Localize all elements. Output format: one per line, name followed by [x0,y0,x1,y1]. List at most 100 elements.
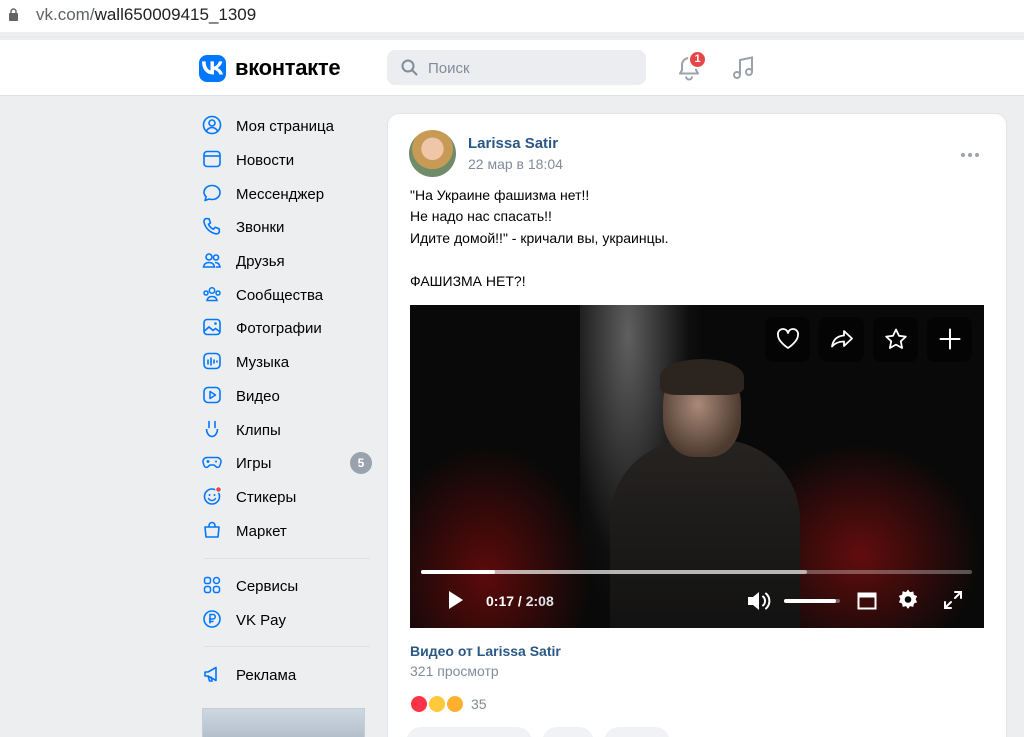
nav-item-ads[interactable]: Реклама [196,659,376,689]
user-circle-icon [202,115,222,135]
nav-item-my-page[interactable]: Моя страница [196,110,376,140]
video-views: 321 просмотр [410,663,499,679]
share-video-button[interactable] [819,317,864,362]
url-path: wall650009415_1309 [94,5,257,24]
post-text-line: ФАШИЗМА НЕТ?! [410,273,526,289]
post-author[interactable]: Larissa Satir [468,135,558,152]
nav-item-services[interactable]: Сервисы [196,570,376,600]
clips-icon [205,420,219,438]
favorite-video-button[interactable] [873,317,918,362]
star-icon [885,328,907,349]
nav-label: Моя страница [236,118,334,135]
music-icon[interactable] [731,55,755,81]
add-video-button[interactable] [927,317,972,362]
video-played [421,570,496,574]
nav-label: Звонки [236,219,285,236]
search-input[interactable]: Поиск [387,50,646,85]
nav-item-clips[interactable]: Клипы [196,414,376,444]
nav-label: Видео [236,388,280,405]
heart-reaction-icon [409,694,429,714]
lock-icon [9,8,18,21]
nav-item-stickers[interactable]: Стикеры [196,481,376,511]
notification-badge: 1 [688,50,707,69]
vk-logo-icon[interactable] [199,55,226,82]
miniplayer-icon[interactable] [857,591,877,611]
nav-item-vkpay[interactable]: VK Pay [196,604,376,634]
photo-icon [203,318,221,336]
gamepad-icon [202,456,222,469]
volume-slider[interactable] [784,599,840,603]
nav-item-friends[interactable]: Друзья [196,245,376,275]
heart-icon [777,328,799,349]
vkpay-icon [203,610,221,628]
volume-icon[interactable] [746,589,772,613]
nav-item-communities[interactable]: Сообщества [196,279,376,309]
sticker-icon [203,486,222,505]
shocked-reaction-icon [445,694,465,714]
video-frame-hair [660,359,744,395]
plus-icon [939,328,961,350]
nav-label: Мессенджер [236,186,325,203]
nav-item-news[interactable]: Новости [196,144,376,174]
search-placeholder: Поиск [428,60,470,77]
nav-item-games[interactable]: Игры 5 [196,447,376,477]
video-progress-bar[interactable] [421,570,972,574]
megaphone-icon [204,666,217,682]
nav-label: Маркет [236,523,287,540]
address-bar-divider [0,36,1024,38]
address-url[interactable]: vk.com/wall650009415_1309 [36,5,256,25]
avatar[interactable] [409,130,456,177]
ad-thumbnail[interactable] [202,708,365,737]
nav-label: Друзья [236,253,285,270]
nav-label: Стикеры [236,489,297,506]
post-text-line: "На Украине фашизма нет!! [410,187,590,203]
nav-label: Фотографии [236,320,322,337]
nav-item-market[interactable]: Маркет [196,515,376,545]
phone-icon [203,217,221,235]
nav-label: Музыка [236,354,290,371]
url-domain: vk.com/ [36,5,95,24]
share-button[interactable] [604,727,670,737]
nav-item-messenger[interactable]: Мессенджер [196,178,376,208]
nav-item-music[interactable]: Музыка [196,346,376,376]
video-duration: 2:08 [525,593,554,609]
video-icon [203,386,221,404]
search-icon [401,59,418,76]
nav-label: VK Pay [236,612,287,629]
nav-label: Игры [236,455,272,472]
browser-address-bar[interactable]: vk.com/wall650009415_1309 [0,0,1024,32]
more-icon[interactable] [960,152,980,158]
nav-label: Клипы [236,422,281,439]
nav-label: Сервисы [236,578,299,595]
video-current-time: 0:17 [486,593,515,609]
nav-item-photos[interactable]: Фотографии [196,312,376,342]
nav-label: Новости [236,152,295,169]
nav-item-calls[interactable]: Звонки [196,211,376,241]
post-text-line: Идите домой!!" - кричали вы, украинцы. [410,230,669,246]
brand-name[interactable]: вконтакте [235,55,341,81]
video-time: 0:17 / 2:08 [486,593,554,609]
communities-icon [203,287,221,302]
video-title[interactable]: Видео от Larissa Satir [410,643,561,659]
friends-icon [202,253,221,268]
fullscreen-icon[interactable] [943,590,963,610]
post-date[interactable]: 22 мар в 18:04 [468,156,563,172]
like-video-button[interactable] [765,317,810,362]
share-icon [831,330,853,348]
services-icon [203,576,221,594]
games-badge: 5 [350,452,372,474]
play-icon[interactable] [446,588,466,612]
shopping-bag-icon [204,521,220,538]
nav-item-video[interactable]: Видео [196,380,376,410]
news-icon [203,150,221,168]
nav-divider [204,558,370,559]
reactions-count: 35 [471,696,487,712]
video-player[interactable]: 0:17 / 2:08 [410,305,984,628]
nav-divider [204,646,370,647]
post-text-line: Не надо нас спасать!! [410,208,552,224]
comment-button[interactable] [542,727,594,737]
settings-icon[interactable] [896,588,920,612]
music-icon [203,352,221,370]
like-button[interactable] [406,727,532,737]
chat-icon [203,184,221,202]
